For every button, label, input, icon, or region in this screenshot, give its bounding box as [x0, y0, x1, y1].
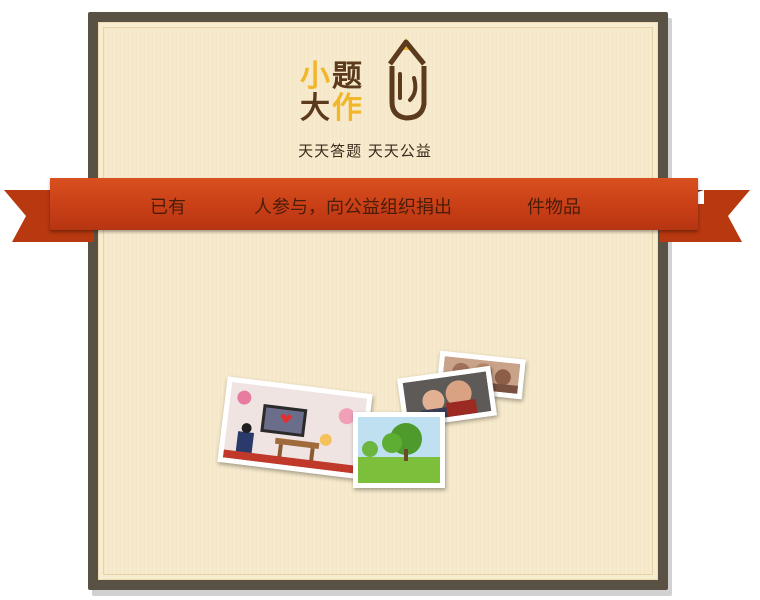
slogan: 天天答题 天天公益 — [298, 142, 432, 160]
banner-suffix: 件物品 — [527, 197, 581, 218]
logo: 小 题 大 作 — [300, 38, 440, 128]
logo-char-ti: 题 — [332, 59, 362, 94]
pencil-house-icon — [387, 38, 427, 121]
logo-char-da: 大 — [300, 91, 330, 126]
banner-prefix: 已有 — [150, 197, 186, 218]
classroom-photo — [217, 376, 373, 480]
banner-middle: 人参与，向公益组织捐出 — [254, 197, 452, 218]
logo-char-xiao: 小 — [300, 59, 330, 94]
logo-char-zuo: 作 — [332, 91, 362, 126]
park-photo — [353, 412, 445, 488]
